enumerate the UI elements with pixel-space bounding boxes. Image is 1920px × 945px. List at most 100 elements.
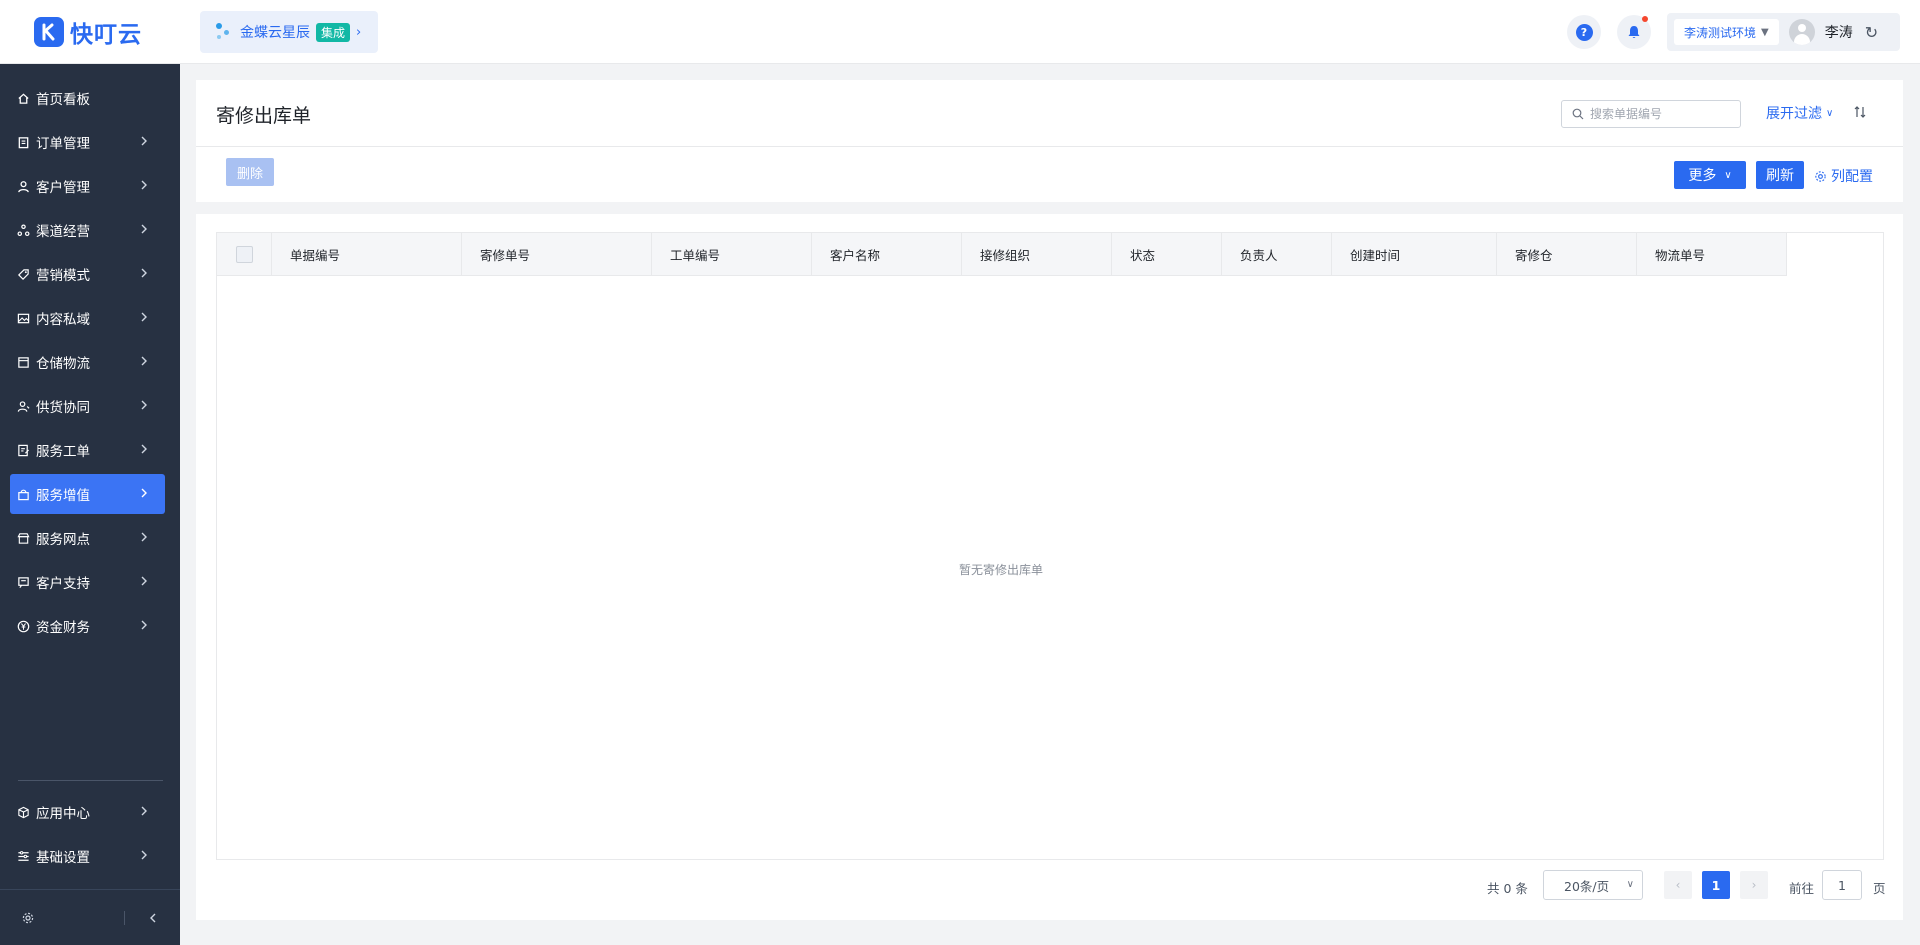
home-icon (16, 91, 30, 105)
sidebar-item-finance[interactable]: 资金财务 (10, 606, 165, 646)
store-icon (16, 531, 30, 545)
integration-brand-pill[interactable]: 金蝶云星辰 集成 › (200, 11, 378, 53)
goto-page-input[interactable] (1822, 870, 1862, 900)
refresh-button[interactable]: 刷新 (1756, 161, 1804, 189)
sidebar-item-label: 营销模式 (36, 268, 90, 284)
sidebar-item-label: 渠道经营 (36, 224, 90, 240)
column-header[interactable]: 物流单号 (1637, 233, 1787, 276)
sidebar-item-service-tickets[interactable]: 服务工单 (10, 430, 165, 470)
sidebar-item-value-added[interactable]: 服务增值 (10, 474, 165, 514)
search-box[interactable] (1561, 100, 1741, 128)
prev-page-button[interactable]: ‹ (1664, 871, 1692, 899)
chevron-right-icon (141, 444, 147, 454)
supplier-icon (16, 399, 30, 413)
brand-dots-icon (214, 21, 234, 43)
column-header[interactable]: 客户名称 (812, 233, 962, 276)
warehouse-icon (16, 355, 30, 369)
sidebar-item-label: 服务工单 (36, 444, 90, 460)
sidebar-item-support[interactable]: 客户支持 (10, 562, 165, 602)
sidebar-item-label: 服务增值 (36, 488, 90, 504)
chevron-right-icon (141, 224, 147, 234)
column-config-label: 列配置 (1831, 169, 1873, 185)
chevron-right-icon (141, 356, 147, 366)
sidebar-item-app-center[interactable]: 应用中心 (10, 792, 165, 832)
sidebar-item-warehouse[interactable]: 仓储物流 (10, 342, 165, 382)
chevron-down-icon: ∨ (1626, 879, 1634, 890)
bell-icon (1628, 26, 1640, 38)
user-name[interactable]: 李涛 (1825, 22, 1853, 42)
avatar[interactable] (1788, 19, 1815, 45)
column-header[interactable]: 寄修仓 (1497, 233, 1637, 276)
brand-tag: 集成 (316, 22, 351, 42)
chevron-down-icon: ∨ (1724, 169, 1732, 181)
empty-state-text: 暂无寄修出库单 (958, 563, 1043, 577)
top-header: 快叮云 金蝶云星辰 集成 › ? 李涛测试环境 ▼ 李涛 ↻ (0, 0, 1920, 64)
sidebar-item-label: 基础设置 (36, 850, 90, 866)
sidebar-item-content[interactable]: 内容私域 (10, 298, 165, 338)
sidebar-item-service-outlets[interactable]: 服务网点 (10, 518, 165, 558)
help-button[interactable]: ? (1567, 15, 1601, 49)
ticket-icon (16, 443, 30, 457)
sidebar-item-label: 内容私域 (36, 312, 90, 328)
chevron-down-icon: ▼ (1761, 26, 1769, 38)
total-count: 共 0 条 (1487, 881, 1528, 896)
column-header[interactable]: 创建时间 (1332, 233, 1497, 276)
sidebar-item-label: 客户支持 (36, 576, 90, 592)
chevron-right-icon (141, 488, 147, 498)
pagination: 共 0 条 20条/页 ∨ ‹ 1 › 前往 页 (196, 870, 1903, 902)
page-size-select[interactable]: 20条/页 ∨ (1543, 870, 1643, 900)
column-header[interactable]: 状态 (1112, 233, 1222, 276)
sort-icon[interactable] (1852, 104, 1868, 120)
clipboard-icon (16, 135, 30, 149)
column-header[interactable]: 负责人 (1222, 233, 1332, 276)
chevron-right-icon: › (356, 24, 362, 40)
gear-icon[interactable] (21, 911, 35, 925)
sidebar-item-supply[interactable]: 供货协同 (10, 386, 165, 426)
more-label: 更多 (1688, 168, 1717, 184)
select-all-checkbox-cell (217, 233, 272, 276)
next-page-button[interactable]: › (1740, 871, 1768, 899)
sidebar-item-label: 客户管理 (36, 180, 90, 196)
channel-icon (16, 223, 30, 237)
environment-select[interactable]: 李涛测试环境 ▼ (1674, 19, 1779, 45)
tag-icon (16, 267, 30, 281)
chevron-right-icon (141, 400, 147, 410)
user-panel: 李涛测试环境 ▼ 李涛 ↻ (1667, 13, 1900, 51)
refresh-icon[interactable]: ↻ (1865, 23, 1878, 42)
environment-label: 李涛测试环境 (1684, 25, 1757, 40)
user-icon (16, 179, 30, 193)
sidebar-item-label: 资金财务 (36, 620, 90, 636)
sidebar-item-label: 订单管理 (36, 136, 90, 152)
sidebar-item-basic-settings[interactable]: 基础设置 (10, 836, 165, 876)
search-input[interactable] (1590, 107, 1730, 121)
column-header[interactable]: 寄修单号 (462, 233, 652, 276)
column-header[interactable]: 接修组织 (962, 233, 1112, 276)
page-number-button[interactable]: 1 (1702, 871, 1730, 899)
sidebar-item-channels[interactable]: 渠道经营 (10, 210, 165, 250)
expand-filter-link[interactable]: 展开过滤 ∨ (1766, 103, 1833, 123)
collapse-sidebar-icon[interactable] (145, 910, 161, 926)
column-header[interactable]: 单据编号 (272, 233, 462, 276)
sidebar-item-home[interactable]: 首页看板 (10, 78, 165, 118)
sidebar-item-marketing[interactable]: 营销模式 (10, 254, 165, 294)
select-all-checkbox[interactable] (235, 246, 253, 263)
app-logo[interactable]: 快叮云 (34, 16, 142, 48)
sidebar-item-orders[interactable]: 订单管理 (10, 122, 165, 162)
chevron-right-icon (141, 136, 147, 146)
column-config-button[interactable]: 列配置 (1814, 166, 1873, 186)
column-header[interactable]: 工单编号 (652, 233, 812, 276)
delete-button[interactable]: 删除 (226, 158, 274, 186)
goto-label: 前往 (1789, 881, 1815, 896)
sidebar-item-customers[interactable]: 客户管理 (10, 166, 165, 206)
logo-icon (34, 17, 64, 47)
support-icon (16, 575, 30, 589)
chevron-down-icon: ∨ (1826, 107, 1834, 119)
page-suffix-label: 页 (1873, 881, 1886, 896)
toolbar-divider (196, 146, 1903, 147)
more-button[interactable]: 更多 ∨ (1674, 161, 1746, 189)
yuan-icon (16, 619, 30, 633)
filter-label: 展开过滤 (1766, 106, 1822, 122)
page-size-value: 20条/页 (1564, 878, 1610, 894)
gear-icon (1815, 170, 1826, 182)
notification-button[interactable] (1617, 15, 1651, 49)
